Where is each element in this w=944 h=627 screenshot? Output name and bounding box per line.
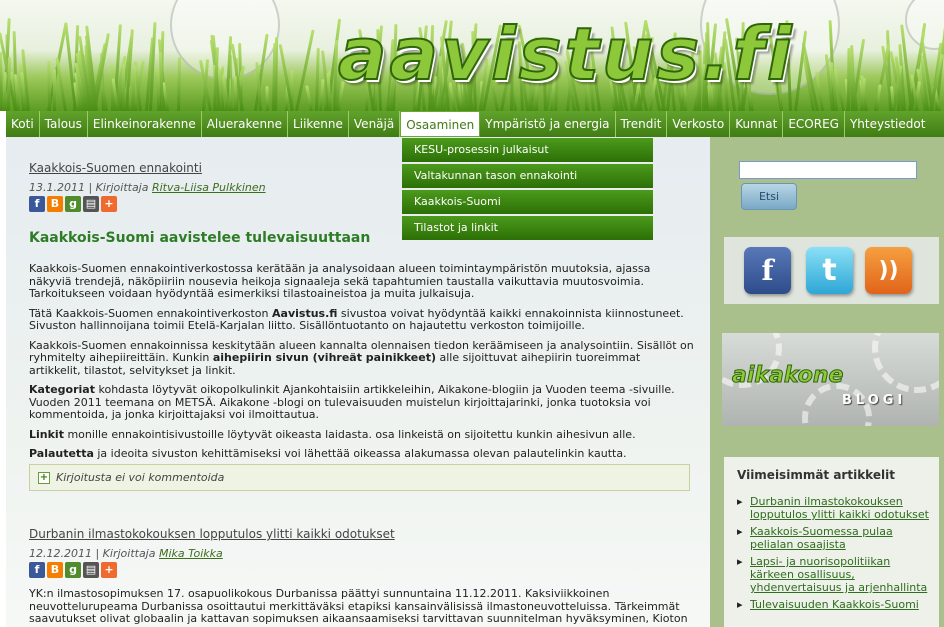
search-button[interactable]: Etsi (741, 183, 797, 210)
grass-blade (233, 75, 237, 111)
article: Durbanin ilmastokokouksen lopputulos yli… (29, 527, 694, 627)
dropdown-item-tilastot-ja-linkit[interactable]: Tilastot ja linkit (402, 216, 653, 240)
grass-blade (52, 68, 56, 111)
nav-item-verkosto[interactable]: Verkosto (667, 111, 731, 137)
list-item: Lapsi- ja nuorisopolitiikan kärkeen osal… (737, 555, 933, 594)
add-share-icon[interactable]: + (101, 562, 117, 578)
article-meta: 12.12.2011 | Kirjoittaja Mika Toikka (29, 547, 694, 560)
blogger-share-icon[interactable]: B (47, 562, 63, 578)
nav-item-ecoreg[interactable]: ECOREG (783, 111, 845, 137)
blogi-label: BLOGI (842, 393, 907, 408)
main-nav: Koti Talous Elinkeinorakenne Aluerakenne… (6, 111, 944, 137)
text-bold: Palautetta (29, 447, 94, 460)
dropdown-item-kesu-julkaisut[interactable]: KESU-prosessin julkaisut (402, 138, 653, 162)
text-bold: Linkit (29, 427, 64, 441)
nav-item-trendit[interactable]: Trendit (616, 111, 668, 137)
grass-blade (7, 56, 11, 111)
latest-article-link[interactable]: Durbanin ilmastokokouksen lopputulos yli… (750, 495, 929, 521)
grass-blade (305, 85, 313, 111)
text-run: Tätä Kaakkois-Suomen ennakointiverkoston (29, 306, 273, 320)
google-share-icon[interactable]: g (65, 562, 81, 578)
grass-blade (177, 56, 182, 111)
blogger-share-icon[interactable]: B (47, 196, 63, 212)
text-run: monille ennakointisivustoille löytyvät o… (63, 427, 636, 441)
article-date: 13.1.2011 (29, 181, 85, 194)
text-bold: aihepiirin sivun (vihreät painikkeet) (212, 351, 437, 364)
search-input[interactable] (739, 161, 917, 179)
social-links-panel: f t )) (724, 237, 939, 304)
grass-blade (55, 57, 67, 111)
article-paragraph: Linkit monille ennakointisivustoille löy… (29, 427, 694, 442)
article-paragraph: Kaakkois-Suomen ennakointiverkostossa ke… (29, 262, 651, 300)
add-share-icon[interactable]: + (101, 196, 117, 212)
comments-notice-text: Kirjoitusta ei voi kommentoida (56, 471, 225, 484)
article-paragraph: Kategoriat kohdasta löytyvät oikopolkuli… (29, 383, 694, 422)
nav-item-yhteystiedot[interactable]: Yhteystiedot (845, 111, 930, 137)
article-title-link[interactable]: Durbanin ilmastokokouksen lopputulos yli… (29, 527, 694, 541)
grass-blade (265, 85, 269, 111)
add-comment-icon: + (38, 472, 50, 484)
article-paragraph: Kaakkois-Suomen ennakoinnissa keskitytää… (29, 339, 694, 378)
aikakone-logo-text: aikakone (731, 363, 844, 389)
article-meta-separator: | Kirjoittaja (84, 181, 152, 194)
facebook-share-icon[interactable]: f (29, 562, 45, 578)
list-item: Tulevaisuuden Kaakkois-Suomi (737, 598, 933, 611)
print-icon[interactable]: ▤ (83, 196, 99, 212)
article-author-link[interactable]: Ritva-Liisa Pulkkinen (152, 181, 266, 194)
article-paragraph: YK:n ilmastosopimuksen 17. osapuolikokou… (29, 587, 688, 627)
text-run: kohdasta löytyvät oikopolkulinkit Ajanko… (29, 383, 675, 421)
grass-blade (295, 29, 315, 111)
latest-articles-panel: Viimeisimmät artikkelit Durbanin ilmasto… (724, 457, 939, 627)
rss-icon[interactable]: )) (865, 247, 912, 294)
nav-item-aluerakenne[interactable]: Aluerakenne (202, 111, 289, 137)
nav-item-koti[interactable]: Koti (6, 111, 40, 137)
grass-blade (875, 84, 882, 111)
latest-articles-list: Durbanin ilmastokokouksen lopputulos yli… (737, 495, 933, 615)
latest-article-link[interactable]: Lapsi- ja nuorisopolitiikan kärkeen osal… (750, 555, 927, 594)
print-icon[interactable]: ▤ (83, 562, 99, 578)
latest-article-link[interactable]: Tulevaisuuden Kaakkois-Suomi (750, 598, 919, 611)
article-date: 12.12.2011 (29, 547, 92, 560)
text-bold: Kategoriat (29, 383, 95, 396)
aikakone-blog-banner[interactable]: aikakone BLOGI (722, 333, 939, 426)
list-item: Kaakkois-Suomessa pulaa pelialan osaajis… (737, 525, 933, 551)
dropdown-item-valtakunnan-ennakointi[interactable]: Valtakunnan tason ennakointi (402, 164, 653, 188)
facebook-icon[interactable]: f (744, 247, 791, 294)
share-bar: f B g ▤ + (29, 562, 694, 578)
facebook-share-icon[interactable]: f (29, 196, 45, 212)
nav-item-ymparisto-ja-energia[interactable]: Ympäristö ja energia (480, 111, 616, 137)
twitter-icon[interactable]: t (806, 247, 853, 294)
sidebar: Etsi f t )) aikakone BLOGI Viimeisimmät … (710, 137, 944, 627)
grass-blade (847, 47, 851, 111)
grass-blade (47, 60, 51, 111)
text-bold: Aavistus.fi (272, 306, 338, 320)
nav-item-liikenne[interactable]: Liikenne (288, 111, 349, 137)
text-run: ja ideoita sivuston kehittämiseksi voi l… (93, 447, 627, 460)
latest-article-link[interactable]: Kaakkois-Suomessa pulaa pelialan osaajis… (750, 525, 893, 551)
osaaminen-dropdown-menu: KESU-prosessin julkaisut Valtakunnan tas… (402, 138, 653, 242)
nav-item-elinkeinorakenne[interactable]: Elinkeinorakenne (88, 111, 202, 137)
dropdown-item-kaakkois-suomi[interactable]: Kaakkois-Suomi (402, 190, 653, 214)
list-item: Durbanin ilmastokokouksen lopputulos yli… (737, 495, 933, 521)
article-paragraph: Tätä Kaakkois-Suomen ennakointiverkoston… (29, 306, 694, 333)
nav-item-venaja[interactable]: Venäjä (349, 111, 401, 137)
comments-notice: + Kirjoitusta ei voi kommentoida (29, 464, 690, 491)
article-author-link[interactable]: Mika Toikka (159, 547, 223, 560)
latest-articles-title: Viimeisimmät artikkelit (737, 468, 895, 482)
nav-item-osaaminen[interactable]: Osaaminen (400, 111, 481, 137)
site-logo[interactable]: aavistus.fi (337, 17, 795, 91)
article-meta-separator: | Kirjoittaja (91, 547, 159, 560)
site-header: aavistus.fi (0, 0, 944, 111)
nav-item-talous[interactable]: Talous (40, 111, 88, 137)
gear-icon (872, 333, 939, 393)
nav-item-kunnat[interactable]: Kunnat (730, 111, 784, 137)
google-share-icon[interactable]: g (65, 196, 81, 212)
article-paragraph: Palautetta ja ideoita sivuston kehittämi… (29, 447, 694, 461)
